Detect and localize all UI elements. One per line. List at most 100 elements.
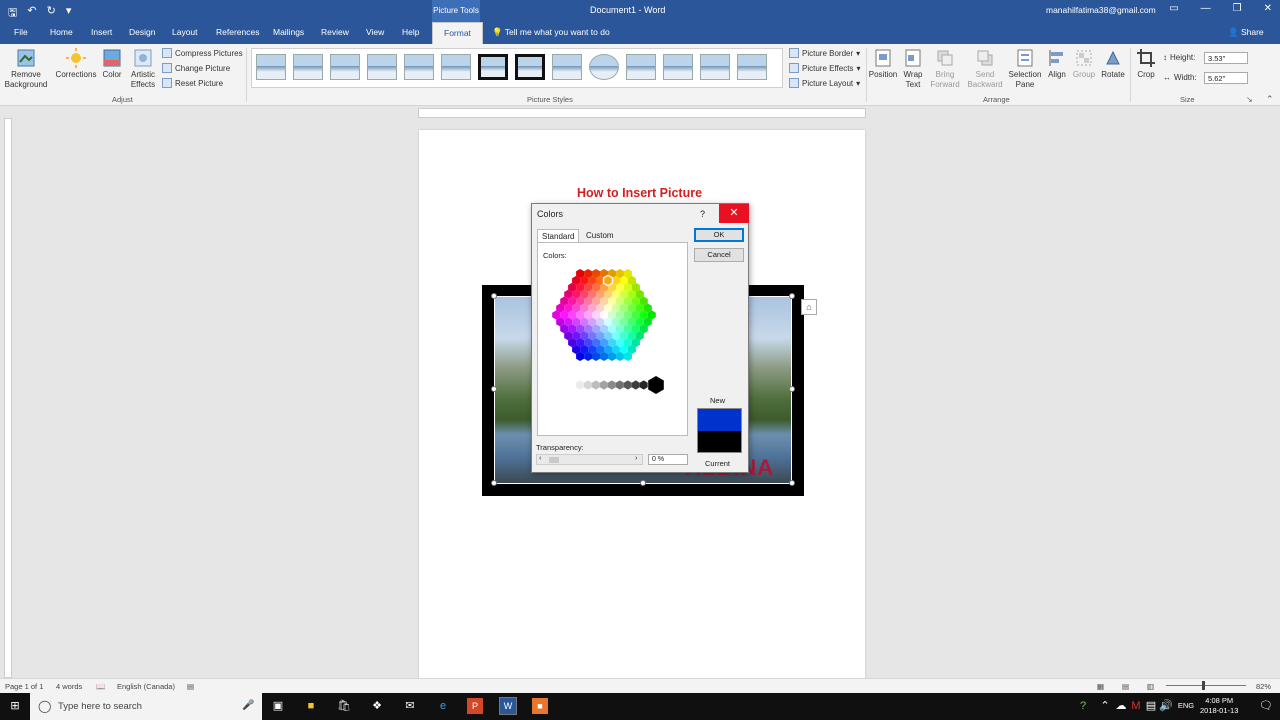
store-icon[interactable]: 🛍 [336, 698, 352, 714]
height-input[interactable]: 3.53" [1204, 52, 1248, 64]
position-button[interactable]: Position [868, 48, 898, 80]
rotate-button[interactable]: Rotate [1099, 48, 1127, 80]
macro-icon[interactable]: ▤ [187, 682, 194, 691]
style-thumb[interactable] [737, 54, 767, 80]
selection-pane-button[interactable]: Selection Pane [1007, 48, 1043, 90]
save-icon[interactable]: 🖫 [8, 4, 17, 23]
tab-references[interactable]: References [216, 27, 259, 37]
microphone-icon[interactable]: 🎤 [242, 700, 254, 711]
tab-view[interactable]: View [366, 27, 384, 37]
notifications-icon[interactable]: 🗨 [1258, 698, 1274, 714]
customize-qat-icon[interactable]: ▾ [66, 4, 72, 23]
color-button[interactable]: Color [100, 48, 124, 80]
close-window-icon[interactable]: ✕ [1264, 3, 1272, 14]
compress-pictures-button[interactable]: Compress Pictures [162, 48, 243, 58]
resize-handle[interactable] [789, 293, 795, 299]
gray-color-cell[interactable] [591, 380, 600, 390]
gray-color-cell[interactable] [584, 380, 592, 390]
style-thumb[interactable] [441, 54, 471, 80]
dialog-close-button[interactable]: ✕ [719, 204, 749, 223]
tab-help[interactable]: Help [402, 27, 419, 37]
group-button[interactable]: Group [1071, 48, 1097, 80]
tell-me-search[interactable]: 💡 Tell me what you want to do [492, 27, 610, 38]
resize-handle[interactable] [789, 480, 795, 486]
gray-color-cell[interactable] [631, 380, 640, 390]
gray-color-cell[interactable] [607, 380, 616, 390]
gmail-tray-icon[interactable]: M [1128, 698, 1144, 714]
size-dialog-launcher-icon[interactable]: ↘ [1246, 95, 1253, 104]
gray-color-cell[interactable] [615, 380, 624, 390]
powerpoint-icon[interactable]: P [467, 698, 483, 714]
task-view-icon[interactable]: ▣ [270, 698, 286, 714]
input-language[interactable]: ENG [1176, 698, 1196, 714]
tab-custom[interactable]: Custom [582, 229, 618, 243]
style-thumb[interactable] [663, 54, 693, 80]
style-thumb[interactable] [515, 54, 545, 80]
tab-insert[interactable]: Insert [91, 27, 112, 37]
style-thumb[interactable] [589, 54, 619, 80]
layout-options-button[interactable]: ⌂ [801, 299, 817, 315]
ok-button[interactable]: OK [694, 228, 744, 242]
mail-icon[interactable]: ✉ [402, 698, 418, 714]
account-name[interactable]: manahilfatima38@gmail.com [1046, 5, 1156, 15]
onedrive-icon[interactable]: ☁ [1113, 698, 1129, 714]
undo-icon[interactable]: ↶ [27, 4, 36, 23]
web-layout-icon[interactable]: ▥ [1147, 682, 1154, 691]
taskbar-clock[interactable]: 4:08 PM 2018-01-13 [1200, 696, 1238, 716]
collapse-ribbon-icon[interactable]: ⌃ [1266, 94, 1274, 105]
picture-styles-gallery[interactable] [251, 48, 783, 88]
word-count[interactable]: 4 words [56, 682, 82, 691]
cancel-button[interactable]: Cancel [694, 248, 744, 262]
chevron-right-icon[interactable]: › [635, 455, 637, 462]
tab-file[interactable]: File [14, 27, 28, 37]
app-icon[interactable]: ■ [532, 698, 548, 714]
proofing-icon[interactable]: 📖 [96, 682, 105, 691]
zoom-level[interactable]: 82% [1256, 682, 1271, 691]
gray-color-cell[interactable] [639, 380, 648, 390]
gray-color-cell[interactable] [623, 380, 632, 390]
language-indicator[interactable]: English (Canada) [117, 682, 175, 691]
style-thumb[interactable] [700, 54, 730, 80]
color-honeycomb[interactable] [538, 243, 689, 437]
page-count[interactable]: Page 1 of 1 [5, 682, 43, 691]
tray-chevron-up-icon[interactable]: ⌃ [1097, 698, 1113, 714]
file-explorer-icon[interactable]: ■ [303, 698, 319, 714]
resize-handle[interactable] [491, 386, 497, 392]
print-layout-icon[interactable]: ▤ [1122, 682, 1129, 691]
document-heading[interactable]: How to Insert Picture [577, 186, 702, 200]
corrections-button[interactable]: Corrections [55, 48, 97, 80]
tab-home[interactable]: Home [50, 27, 73, 37]
minimize-icon[interactable]: — [1201, 3, 1211, 14]
style-thumb[interactable] [330, 54, 360, 80]
black-color-cell[interactable] [648, 376, 664, 394]
change-picture-button[interactable]: Change Picture [162, 63, 230, 73]
windows-start-icon[interactable]: ⊞ [7, 698, 23, 714]
align-button[interactable]: Align [1045, 48, 1069, 80]
gray-color-cell[interactable] [599, 380, 608, 390]
tab-standard[interactable]: Standard [537, 229, 580, 243]
style-thumb[interactable] [367, 54, 397, 80]
edge-browser-icon[interactable]: e [435, 698, 451, 714]
read-mode-icon[interactable]: ▦ [1097, 682, 1104, 691]
help-tray-icon[interactable]: ? [1075, 698, 1091, 714]
style-thumb[interactable] [626, 54, 656, 80]
remove-background-button[interactable]: Remove Background [4, 48, 48, 90]
word-icon[interactable]: W [499, 697, 517, 715]
zoom-slider[interactable] [1166, 685, 1246, 686]
width-input[interactable]: 5.62" [1204, 72, 1248, 84]
restore-icon[interactable]: ❐ [1233, 3, 1242, 14]
tab-format[interactable]: Format [432, 22, 483, 44]
send-backward-button[interactable]: Send Backward [965, 48, 1005, 90]
zoom-slider-thumb[interactable] [1202, 681, 1205, 690]
reset-picture-button[interactable]: Reset Picture [162, 78, 223, 88]
tab-layout[interactable]: Layout [172, 27, 198, 37]
resize-handle[interactable] [640, 480, 646, 486]
gray-color-cell[interactable] [576, 380, 584, 390]
style-thumb[interactable] [478, 54, 508, 80]
vertical-ruler[interactable] [4, 118, 12, 678]
crop-button[interactable]: Crop [1133, 48, 1159, 80]
ribbon-display-options-icon[interactable]: ▭ [1169, 3, 1178, 14]
redo-icon[interactable]: ↻ [47, 4, 56, 23]
volume-icon[interactable]: 🔊 [1158, 698, 1174, 714]
bring-forward-button[interactable]: Bring Forward [928, 48, 962, 90]
